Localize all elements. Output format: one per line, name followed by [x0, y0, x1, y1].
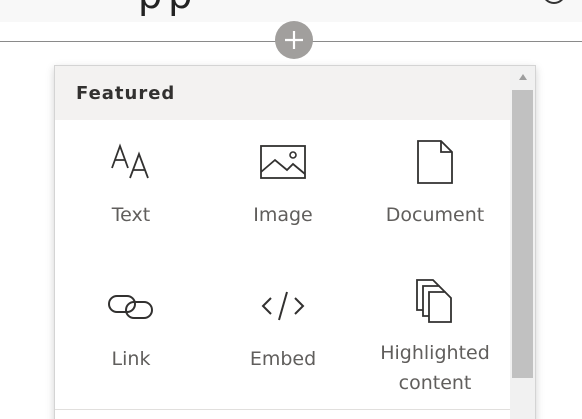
toolbox-item-text[interactable]: Text — [55, 142, 207, 228]
text-font-icon — [111, 143, 149, 179]
toolbox-section-header: Featured — [55, 66, 510, 120]
toolbox-item-label: Image — [253, 204, 313, 226]
image-icon — [260, 145, 306, 179]
toolbox-item-label: Document — [385, 204, 485, 226]
toolbox-item-embed[interactable]: Embed — [207, 286, 359, 372]
toolbox-item-label: Highlighted content — [380, 342, 490, 394]
embed-code-icon — [261, 291, 305, 321]
panel-bottom-rule — [55, 409, 510, 410]
toolbox-item-highlighted-content[interactable]: Highlighted content — [359, 279, 511, 398]
toolbox-item-image[interactable]: Image — [207, 142, 359, 228]
highlighted-content-icon — [416, 279, 452, 323]
scroll-up-button[interactable] — [510, 66, 535, 88]
scroll-thumb[interactable] — [512, 90, 533, 378]
section-title: Featured — [76, 82, 176, 104]
document-icon — [417, 140, 453, 184]
add-web-part-button[interactable] — [275, 21, 313, 59]
cutoff-heading-fragment: pp — [138, 0, 198, 14]
page-content-strip — [0, 0, 582, 22]
page-canvas: pp Featured Text — [0, 0, 582, 419]
toolbox-item-document[interactable]: Document — [359, 140, 511, 228]
toolbox-item-link[interactable]: Link — [55, 286, 207, 372]
plus-icon — [285, 31, 303, 49]
link-icon — [108, 295, 153, 319]
web-part-toolbox-panel: Featured Text Image Document Link Embed … — [54, 65, 536, 419]
toolbox-item-label: Link — [111, 348, 151, 370]
toolbox-scrollbar[interactable] — [510, 66, 535, 419]
toolbox-item-label: Embed — [249, 348, 317, 370]
triangle-up-icon — [519, 74, 527, 80]
toolbox-item-label: Text — [111, 204, 151, 226]
